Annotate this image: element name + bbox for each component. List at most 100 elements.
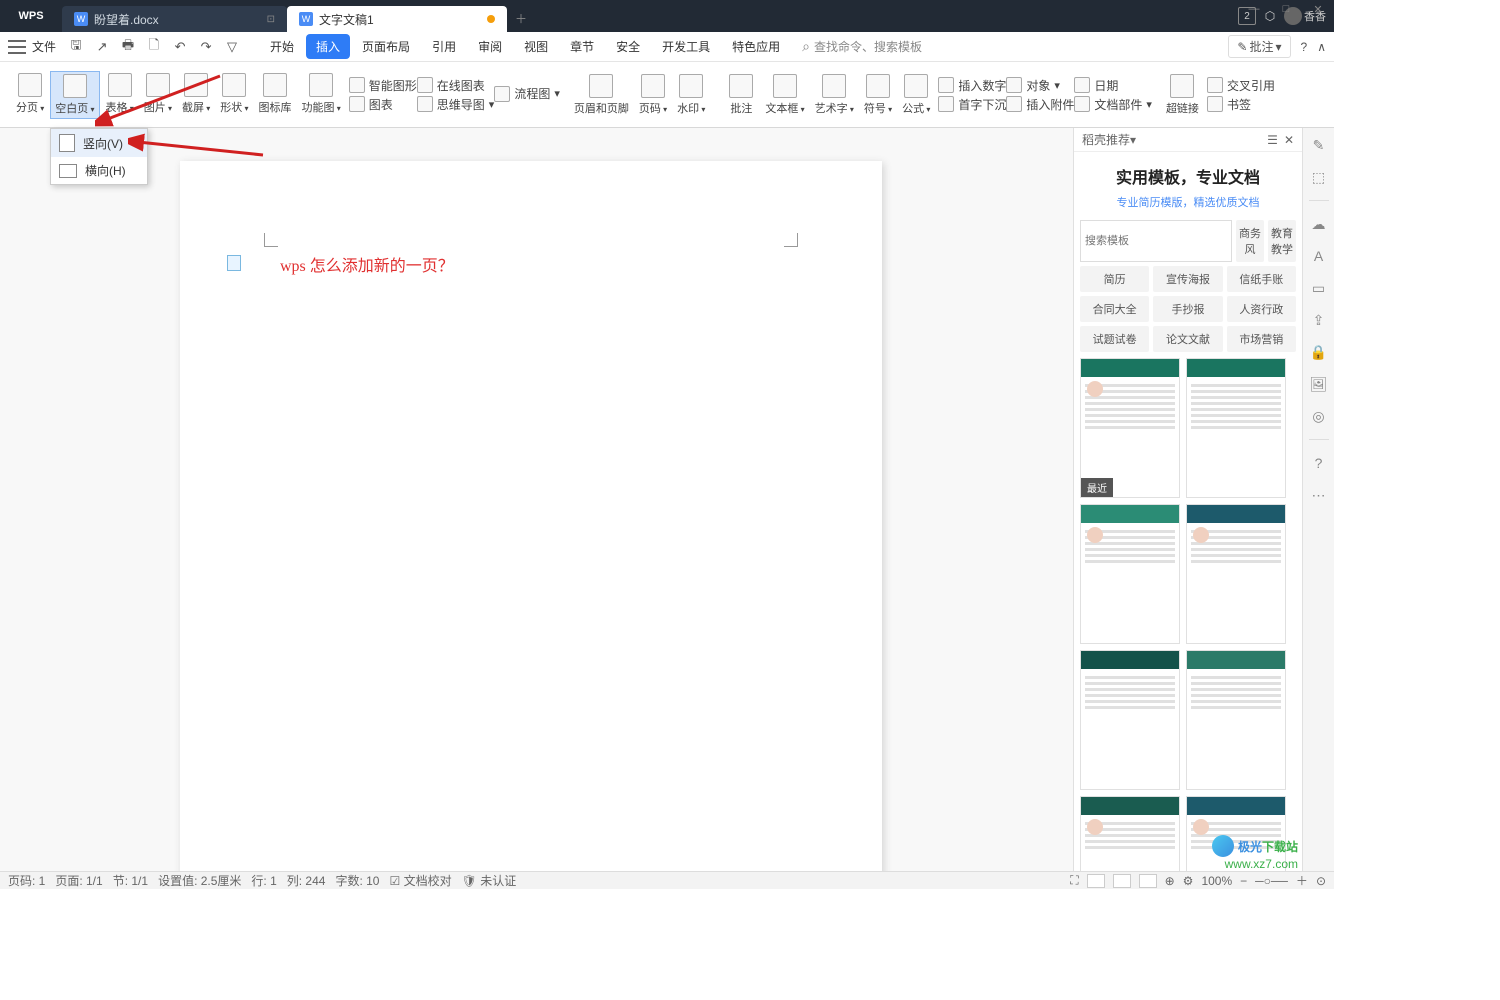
attachment-button[interactable]: 插入附件 xyxy=(1006,96,1074,113)
status-page[interactable]: 页面: 1/1 xyxy=(55,872,102,889)
fullscreen-icon[interactable]: ⛶ xyxy=(1070,873,1078,888)
view-web-icon[interactable] xyxy=(1139,874,1157,888)
lock-tool-icon[interactable]: 🔒 xyxy=(1310,343,1328,361)
panel-menu-icon[interactable]: ☰ xyxy=(1267,133,1278,147)
select-tool-icon[interactable]: ⬚ xyxy=(1310,168,1328,186)
maximize-button[interactable]: □ xyxy=(1270,0,1302,18)
zoom-label[interactable]: 100% xyxy=(1201,874,1232,888)
tab-insert[interactable]: 插入 xyxy=(306,34,350,59)
textbox-button[interactable]: 文本框 xyxy=(761,72,808,118)
date-button[interactable]: 日期 xyxy=(1074,77,1152,94)
template-thumb[interactable] xyxy=(1080,650,1180,790)
save-icon[interactable]: 🖫 xyxy=(66,36,86,58)
card-tool-icon[interactable]: ▭ xyxy=(1310,279,1328,297)
insert-number-button[interactable]: 插入数字 xyxy=(938,77,1006,94)
online-chart-button[interactable]: 在线图表 xyxy=(417,77,495,94)
tag-resume[interactable]: 简历 xyxy=(1080,266,1149,292)
object-button[interactable]: 对象 ▾ xyxy=(1006,77,1074,94)
markup-button[interactable]: ✎ 批注 ▾ xyxy=(1228,35,1290,58)
status-proof[interactable]: ☑ 文档校对 xyxy=(390,872,452,889)
zoom-out-icon[interactable]: − xyxy=(1240,874,1247,888)
chart-button[interactable]: 图表 xyxy=(349,96,417,113)
hyperlink-button[interactable]: 超链接 xyxy=(1162,72,1203,118)
redo-icon[interactable]: ↷ xyxy=(196,39,216,55)
template-thumb[interactable]: 最近 xyxy=(1080,358,1180,498)
qat-dropdown-icon[interactable]: ▽ xyxy=(222,39,242,55)
preview-icon[interactable]: 🗋 xyxy=(144,36,164,58)
tab-references[interactable]: 引用 xyxy=(422,34,466,59)
mindmap-button[interactable]: 思维导图 ▾ xyxy=(417,96,495,113)
flowchart-button[interactable]: 流程图 ▾ xyxy=(494,85,560,102)
fit-icon[interactable]: ⊙ xyxy=(1316,874,1326,888)
document-canvas[interactable]: wps 怎么添加新的一页？ xyxy=(0,128,1073,871)
template-thumb[interactable] xyxy=(1080,796,1180,871)
docpart-button[interactable]: 文档部件 ▾ xyxy=(1074,96,1152,113)
filter-education[interactable]: 教育教学 xyxy=(1268,220,1296,262)
document-tab-1[interactable]: 盼望着.docx ⊡ xyxy=(62,6,287,32)
print-icon[interactable]: 🖶 xyxy=(118,36,138,58)
file-menu[interactable]: 文件 xyxy=(32,38,56,55)
tag-exam[interactable]: 试题试卷 xyxy=(1080,326,1149,352)
tab-start[interactable]: 开始 xyxy=(260,34,304,59)
table-button[interactable]: 表格 xyxy=(102,71,138,117)
document-text[interactable]: wps 怎么添加新的一页？ xyxy=(280,252,454,276)
help-icon[interactable]: ? xyxy=(1301,40,1308,54)
tag-thesis[interactable]: 论文文献 xyxy=(1153,326,1222,352)
settings-tool-icon[interactable]: ◎ xyxy=(1310,407,1328,425)
share-tool-icon[interactable]: ⇪ xyxy=(1310,311,1328,329)
export-icon[interactable]: ↗ xyxy=(92,39,112,55)
tag-poster[interactable]: 宣传海报 xyxy=(1153,266,1222,292)
status-section[interactable]: 节: 1/1 xyxy=(113,872,148,889)
picture-button[interactable]: 图片 xyxy=(140,71,176,117)
document-page[interactable]: wps 怎么添加新的一页？ xyxy=(180,161,882,871)
tab-chapter[interactable]: 章节 xyxy=(560,34,604,59)
status-setting[interactable]: 设置值: 2.5厘米 xyxy=(158,872,241,889)
tab-special[interactable]: 特色应用 xyxy=(722,34,790,59)
zoom-slider[interactable]: ─○── xyxy=(1255,874,1288,888)
dropcap-button[interactable]: 首字下沉 xyxy=(938,96,1006,113)
orientation-portrait[interactable]: 竖向(V) xyxy=(51,129,147,157)
page-number-button[interactable]: 页码 xyxy=(635,72,671,118)
status-auth[interactable]: 🛡 未认证 xyxy=(462,872,517,889)
formula-button[interactable]: 公式 xyxy=(898,72,934,118)
minimize-button[interactable]: — xyxy=(1238,0,1270,18)
image-tool-icon[interactable]: 🖼 xyxy=(1310,375,1328,393)
screenshot-button[interactable]: 截屏 xyxy=(178,71,214,117)
tab-indicator-icon[interactable]: ⊡ xyxy=(267,14,275,25)
tag-handcopy[interactable]: 手抄报 xyxy=(1153,296,1222,322)
pen-tool-icon[interactable]: ✎ xyxy=(1310,136,1328,154)
tab-page-layout[interactable]: 页面布局 xyxy=(352,34,420,59)
bookmark-button[interactable]: 书签 xyxy=(1207,96,1275,113)
zoom-in-icon[interactable]: ＋ xyxy=(1296,872,1308,889)
add-tab-button[interactable]: ＋ xyxy=(507,6,535,32)
template-thumb[interactable] xyxy=(1186,650,1286,790)
panel-close-icon[interactable]: ✕ xyxy=(1284,133,1294,147)
view-read-icon[interactable]: ⊕ xyxy=(1165,874,1175,888)
wordart-button[interactable]: 艺术字 xyxy=(811,72,858,118)
header-footer-button[interactable]: 页眉和页脚 xyxy=(570,72,633,118)
view-outline-icon[interactable] xyxy=(1113,874,1131,888)
template-thumb[interactable] xyxy=(1186,358,1286,498)
help-tool-icon[interactable]: ? xyxy=(1310,454,1328,472)
status-page-num[interactable]: 页码: 1 xyxy=(8,872,45,889)
document-tab-2[interactable]: 文字文稿1 xyxy=(287,6,507,32)
comment-button[interactable]: 批注 xyxy=(723,72,759,118)
symbol-button[interactable]: 符号 xyxy=(860,72,896,118)
tag-hr[interactable]: 人资行政 xyxy=(1227,296,1296,322)
tab-view[interactable]: 视图 xyxy=(514,34,558,59)
split-page-button[interactable]: 分页 xyxy=(12,71,48,117)
view-page-icon[interactable] xyxy=(1087,874,1105,888)
smart-shape-button[interactable]: 智能图形 xyxy=(349,77,417,94)
tag-contract[interactable]: 合同大全 xyxy=(1080,296,1149,322)
template-thumb[interactable] xyxy=(1186,504,1286,644)
dropdown-icon[interactable]: ▾ xyxy=(1130,133,1136,147)
tab-review[interactable]: 审阅 xyxy=(468,34,512,59)
more-tool-icon[interactable]: ⋯ xyxy=(1310,486,1328,504)
tab-dev-tools[interactable]: 开发工具 xyxy=(652,34,720,59)
tag-letter[interactable]: 信纸手账 xyxy=(1227,266,1296,292)
blank-page-button[interactable]: 空白页 xyxy=(50,71,99,119)
comment-tool-icon[interactable]: ☁ xyxy=(1310,215,1328,233)
close-button[interactable]: ✕ xyxy=(1302,0,1334,18)
tab-security[interactable]: 安全 xyxy=(606,34,650,59)
status-chars[interactable]: 字数: 10 xyxy=(335,872,379,889)
